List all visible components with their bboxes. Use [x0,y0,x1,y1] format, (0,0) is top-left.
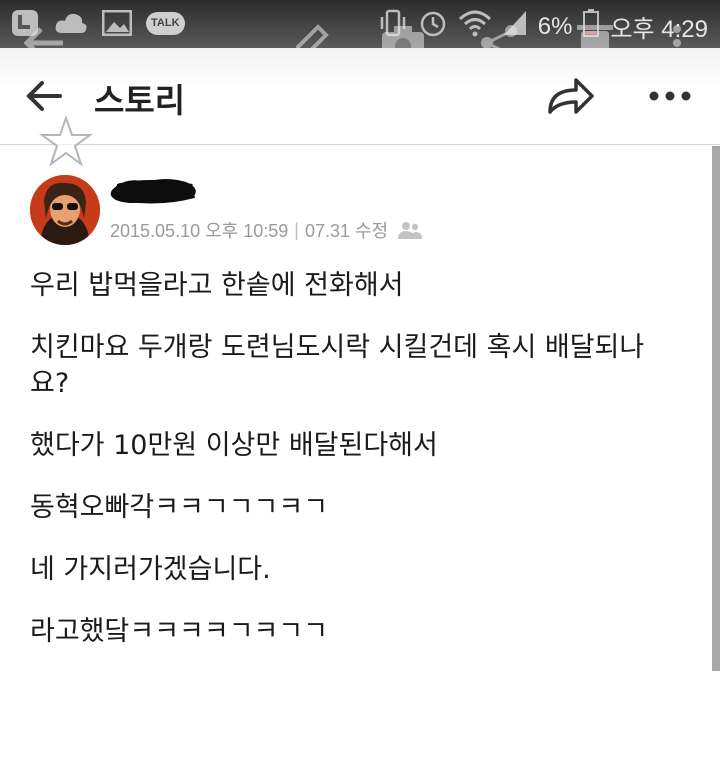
post-date: 2015.05.10 오후 10:59 [110,221,289,241]
friends-privacy-icon [398,221,423,239]
scrollbar[interactable] [712,146,720,671]
post-paragraph: 치킨마요 두개랑 도련님도시락 시킬건데 혹시 배달되나요? [30,332,645,399]
post-paragraph: 우리 밥먹을라고 한솥에 전화해서 [30,270,404,301]
meta-divider: | [294,219,299,240]
author[interactable]: 이재오 [106,176,196,204]
post-content: 우리 밥먹을라고 한솥에 전화해서 치킨마요 두개랑 도련님도시락 시킬건데 혹… [30,268,680,676]
more-options-icon[interactable] [646,78,694,114]
post-meta: 2015.05.10 오후 10:59 | 07.31 수정 [110,217,423,243]
share-icon[interactable] [544,76,596,116]
post-edited: 07.31 수정 [304,221,389,241]
page-title: 스토리 [94,81,186,120]
post-paragraph: 동혁오빠각ㅋㅋㄱㄱㄱㅋㄱ [30,492,329,523]
star-icon[interactable] [38,114,94,170]
post-paragraph: 네 가지러가겠습니다. [30,554,271,585]
avatar[interactable] [30,175,100,245]
app-bar: 스토리 [0,48,720,145]
redaction-scribble [110,179,196,204]
post-paragraph: 라고했닼ㅋㅋㅋㅋㄱㅋㄱㄱ [30,616,329,647]
back-arrow-icon[interactable] [22,78,66,114]
post-paragraph: 했다가 10만원 이상만 배달된다해서 [30,430,438,461]
